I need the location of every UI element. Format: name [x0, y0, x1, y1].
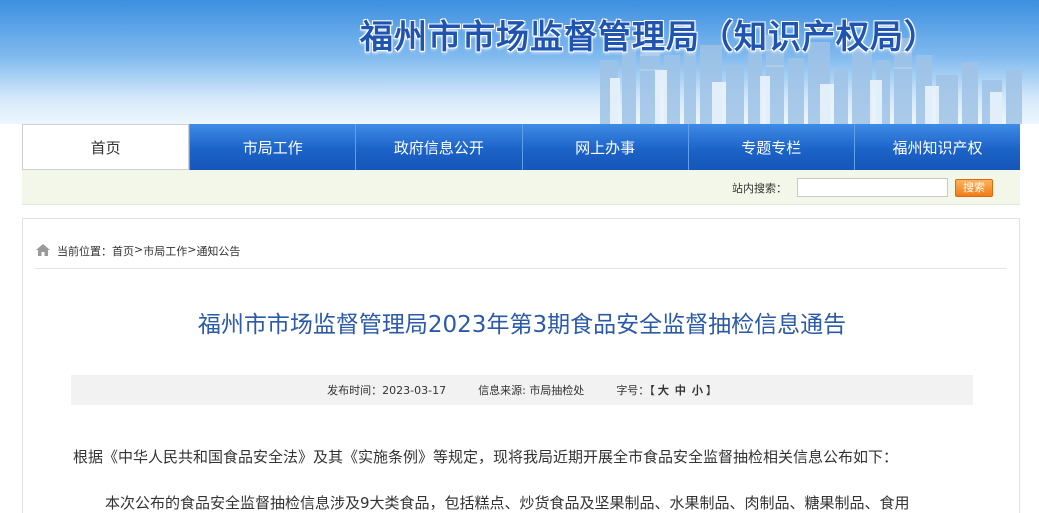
site-banner: 福州市市场监督管理局（知识产权局）	[0, 0, 1039, 124]
article-meta: 发布时间：2023-03-17 信息来源: 市局抽检处 字号：【大中小】	[71, 375, 973, 405]
info-source-value: 市局抽检处	[529, 384, 585, 397]
search-label: 站内搜索：	[732, 182, 787, 195]
nav-item-ip[interactable]: 福州知识产权	[853, 124, 1020, 170]
home-icon	[36, 244, 50, 256]
font-size-label: 字号：	[616, 384, 650, 397]
breadcrumb: 当前位置： 首页 > 市局工作 > 通知公告	[35, 243, 1007, 269]
main-nav: 首页 市局工作 政府信息公开 网上办事 专题专栏 福州知识产权	[22, 124, 1020, 170]
nav-item-gov-info[interactable]: 政府信息公开	[355, 124, 521, 170]
publish-date: 发布时间：2023-03-17	[327, 382, 446, 398]
nav-item-online-services[interactable]: 网上办事	[521, 124, 688, 170]
search-button[interactable]: 搜索	[955, 179, 993, 197]
info-source-label: 信息来源:	[478, 384, 530, 397]
article-paragraph: 本次公布的食品安全监督抽检信息涉及9大类食品，包括糕点、炒货食品及坚果制品、水果…	[105, 494, 910, 512]
search-input[interactable]	[797, 178, 948, 197]
nav-item-home[interactable]: 首页	[22, 124, 190, 170]
info-source: 信息来源: 市局抽检处	[478, 382, 584, 398]
search-bar: 站内搜索： 搜索	[22, 170, 1020, 205]
article-title: 福州市市场监督管理局2023年第3期食品安全监督抽检信息通告	[197, 312, 847, 338]
font-size-large-button[interactable]: 大	[658, 384, 669, 397]
breadcrumb-notice-link[interactable]: 通知公告	[196, 243, 240, 259]
breadcrumb-home-link[interactable]: 首页	[112, 243, 134, 259]
font-size-control: 字号：【大中小】	[616, 382, 717, 398]
publish-date-value: 2023-03-17	[382, 384, 447, 397]
breadcrumb-separator: >	[187, 243, 197, 256]
font-size-medium-button[interactable]: 中	[675, 384, 686, 397]
article-container: 当前位置： 首页 > 市局工作 > 通知公告 福州市市场监督管理局2023年第3…	[22, 218, 1020, 513]
font-size-bracket-open: 【	[649, 384, 655, 397]
font-size-bracket-close: 】	[705, 384, 717, 397]
font-size-small-button[interactable]: 小	[692, 384, 703, 397]
publish-date-label: 发布时间：	[327, 384, 383, 397]
nav-item-bureau-work[interactable]: 市局工作	[189, 124, 355, 170]
article-paragraph: 根据《中华人民共和国食品安全法》及其《实施条例》等规定，现将我局近期开展全市食品…	[73, 448, 899, 466]
nav-item-special-topics[interactable]: 专题专栏	[687, 124, 854, 170]
breadcrumb-prefix: 当前位置：	[57, 245, 112, 258]
site-title: 福州市市场监督管理局（知识产权局）	[360, 17, 938, 56]
breadcrumb-separator: >	[134, 243, 144, 256]
breadcrumb-bureau-work-link[interactable]: 市局工作	[143, 243, 187, 259]
